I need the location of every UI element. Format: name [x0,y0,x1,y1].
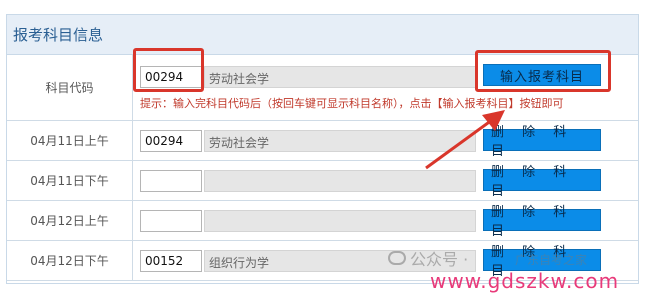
delete-subject-button[interactable]: 删 除 科 目 [483,205,601,239]
code-highlight-box [133,48,204,92]
exam-slot-name-field: 劳动社会学 [204,130,476,152]
exam-slot-row: 04月11日下午 删 除 科 目 [7,161,638,201]
exam-slot-row: 04月12日上午 删 除 科 目 [7,201,638,241]
exam-slot-code-input[interactable] [140,210,202,232]
subject-name-field: 劳动社会学 [204,66,476,88]
delete-subject-button[interactable]: 删 除 科 目 [483,165,601,199]
footer-url: www.gdszkw.com [430,269,620,293]
watermark-text: 公众号 · [410,250,469,269]
watermark-secondary: 广东自考之家 [515,253,588,267]
exam-slot-label: 04月12日上午 [7,201,133,240]
watermark: 公众号 · [388,246,468,270]
exam-slot-label: 04月12日下午 [7,241,133,280]
panel-title: 报考科目信息 [7,15,638,55]
exam-slot-name-field [204,210,476,232]
exam-slot-label: 04月11日下午 [7,161,133,200]
exam-slot-code-input[interactable]: 00294 [140,130,202,152]
wechat-icon [388,251,406,265]
button-highlight-box [475,50,611,92]
exam-slot-label: 04月11日上午 [7,121,133,160]
subject-code-label: 科目代码 [7,55,133,120]
exam-slot-code-input[interactable] [140,170,202,192]
delete-subject-button[interactable]: 删 除 科 目 [483,125,601,159]
exam-slot-row: 04月11日上午 00294 劳动社会学 删 除 科 目 [7,121,638,161]
exam-slot-name-field [204,170,476,192]
exam-slot-code-input[interactable]: 00152 [140,250,202,272]
hint-text: 提示：输入完科目代码后（按回车键可显示科目名称），点击【输入报考科目】按钮即可 [140,97,564,110]
